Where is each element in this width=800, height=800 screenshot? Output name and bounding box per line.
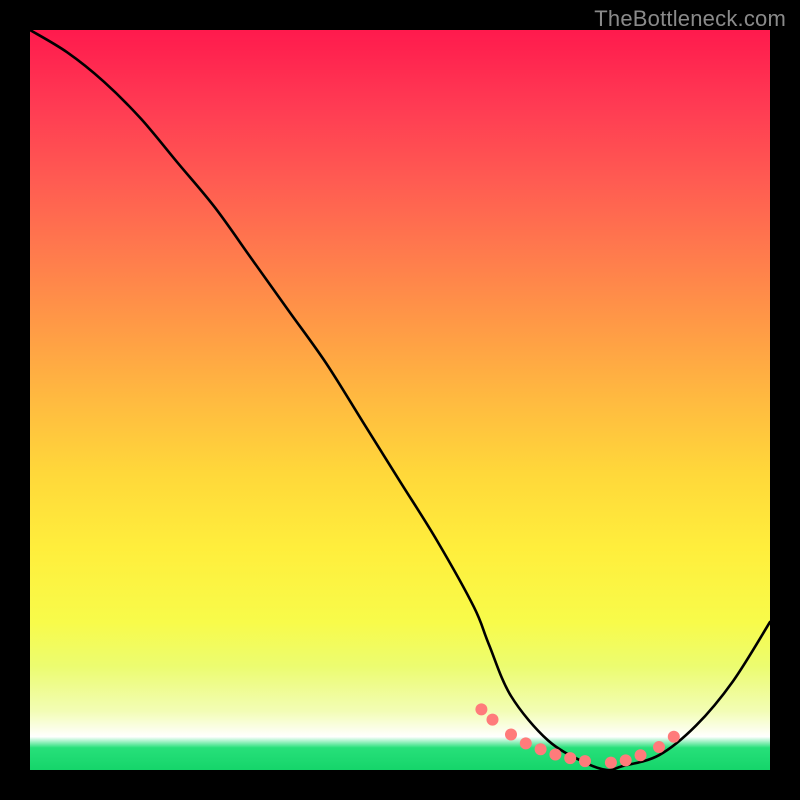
marker-dot xyxy=(487,714,499,726)
plot-area xyxy=(30,30,770,770)
marker-dot xyxy=(505,728,517,740)
watermark-credit: TheBottleneck.com xyxy=(594,6,786,32)
marker-dot xyxy=(635,749,647,761)
marker-dot xyxy=(620,754,632,766)
marker-dot xyxy=(668,731,680,743)
marker-dot xyxy=(605,757,617,769)
marker-dot xyxy=(520,737,532,749)
chart-svg xyxy=(30,30,770,770)
marker-dot xyxy=(579,755,591,767)
marker-dot xyxy=(549,748,561,760)
marker-dot xyxy=(564,752,576,764)
marker-dot xyxy=(535,743,547,755)
bottleneck-curve xyxy=(30,30,770,770)
marker-dot xyxy=(653,741,665,753)
marker-dot xyxy=(475,703,487,715)
chart-stage: TheBottleneck.com xyxy=(0,0,800,800)
